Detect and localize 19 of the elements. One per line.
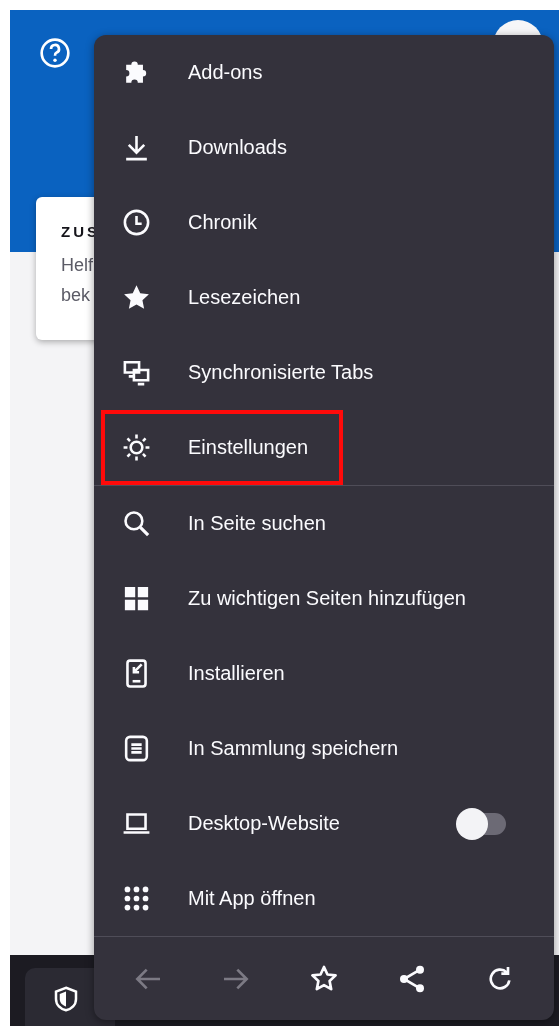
menu-item[interactable]: In Seite suchen [94, 486, 554, 561]
menu-item[interactable]: Mit App öffnen [94, 861, 554, 936]
menu-item[interactable]: Installieren [94, 636, 554, 711]
clock-icon [121, 207, 152, 238]
menu-item[interactable]: Chronik [94, 185, 554, 260]
menu-item[interactable]: Add-ons [94, 35, 554, 110]
menu-item[interactable]: Zu wichtigen Seiten hinzufügen [94, 561, 554, 636]
card-text: Helf [61, 254, 93, 277]
menu-item[interactable]: Synchronisierte Tabs [94, 335, 554, 410]
menu-item[interactable]: Einstellungen [94, 410, 554, 485]
toggle-thumb[interactable] [456, 807, 488, 840]
settings-icon [121, 432, 152, 463]
search-icon [121, 508, 152, 539]
menu-item[interactable]: Downloads [94, 110, 554, 185]
menu-item[interactable]: Lesezeichen [94, 260, 554, 335]
menu-item[interactable]: In Sammlung speichern [94, 711, 554, 786]
menu-item[interactable]: Desktop-Website [94, 786, 554, 861]
card-text: bek [61, 284, 91, 307]
help-icon[interactable] [39, 37, 71, 69]
